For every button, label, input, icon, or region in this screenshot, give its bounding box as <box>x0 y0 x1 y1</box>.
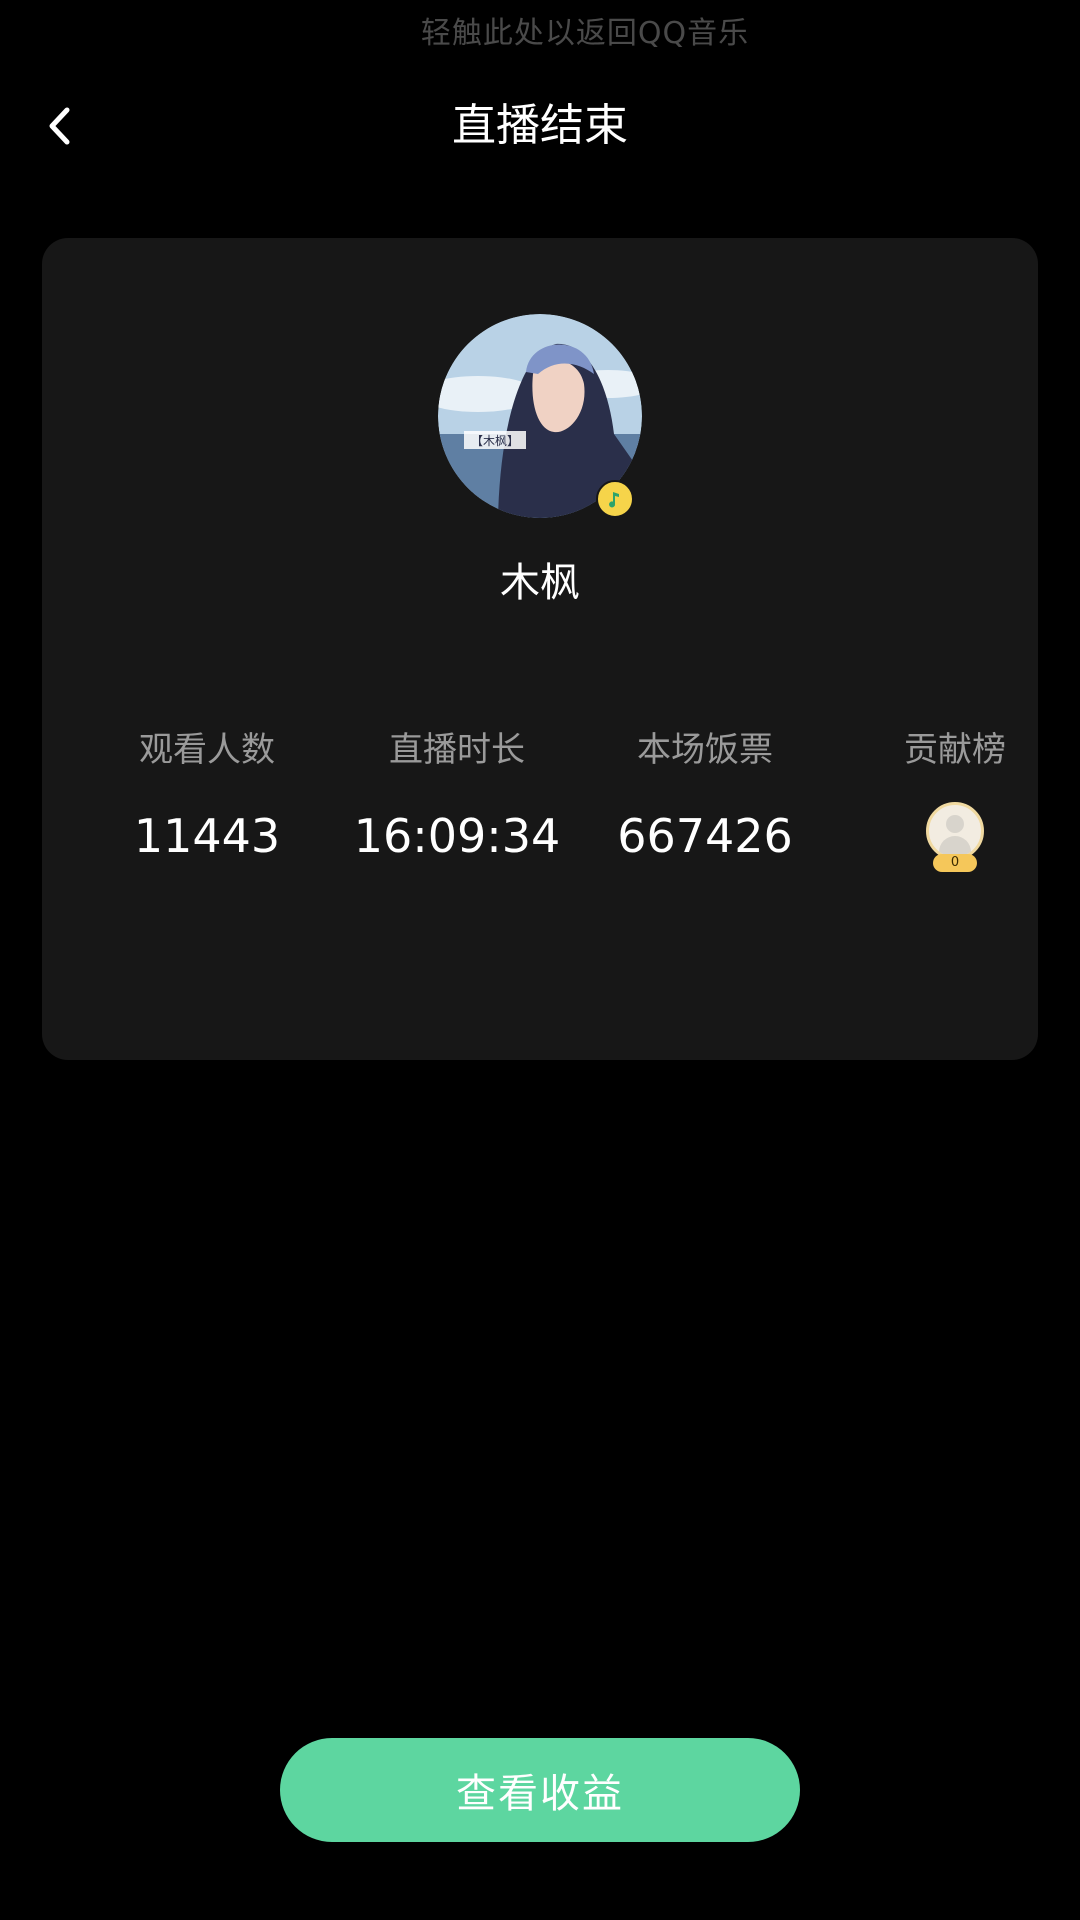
stat-contribution-board[interactable]: 贡献榜 0 <box>830 728 1080 872</box>
return-to-qq-music-hint[interactable]: 轻触此处以返回QQ音乐 <box>0 8 1080 52</box>
stat-value: 667426 <box>617 809 793 863</box>
music-note-icon <box>609 492 619 508</box>
back-button[interactable] <box>28 94 92 158</box>
live-summary-card: 【木枫】 木枫 观看人数 11443 直播时长 16:09:34 本场饭票 66… <box>42 238 1038 1060</box>
view-earnings-button[interactable]: 查看收益 <box>280 1738 800 1842</box>
page-title: 直播结束 <box>452 100 628 151</box>
stat-label: 直播时长 <box>389 730 525 770</box>
header: 直播结束 <box>0 86 1080 166</box>
avatar-caption: 【木枫】 <box>471 433 519 448</box>
stat-label: 观看人数 <box>139 730 275 770</box>
default-user-icon <box>946 815 964 833</box>
host-name: 木枫 <box>500 560 580 606</box>
stat-duration: 直播时长 16:09:34 <box>332 728 582 864</box>
stat-viewers: 观看人数 11443 <box>82 728 332 864</box>
contributor-count-badge: 0 <box>933 854 977 872</box>
stat-label: 贡献榜 <box>904 730 1006 770</box>
qq-music-badge <box>596 480 634 518</box>
return-hint-text: 轻触此处以返回QQ音乐 <box>420 16 750 51</box>
chevron-left-icon <box>49 107 70 145</box>
stat-meal-tickets: 本场饭票 667426 <box>580 728 830 864</box>
stat-label: 本场饭票 <box>637 730 773 770</box>
stat-value: 11443 <box>133 809 281 863</box>
stat-value: 16:09:34 <box>353 809 561 863</box>
contributor-avatar[interactable] <box>926 802 984 860</box>
host-avatar-wrap: 【木枫】 <box>438 314 642 518</box>
